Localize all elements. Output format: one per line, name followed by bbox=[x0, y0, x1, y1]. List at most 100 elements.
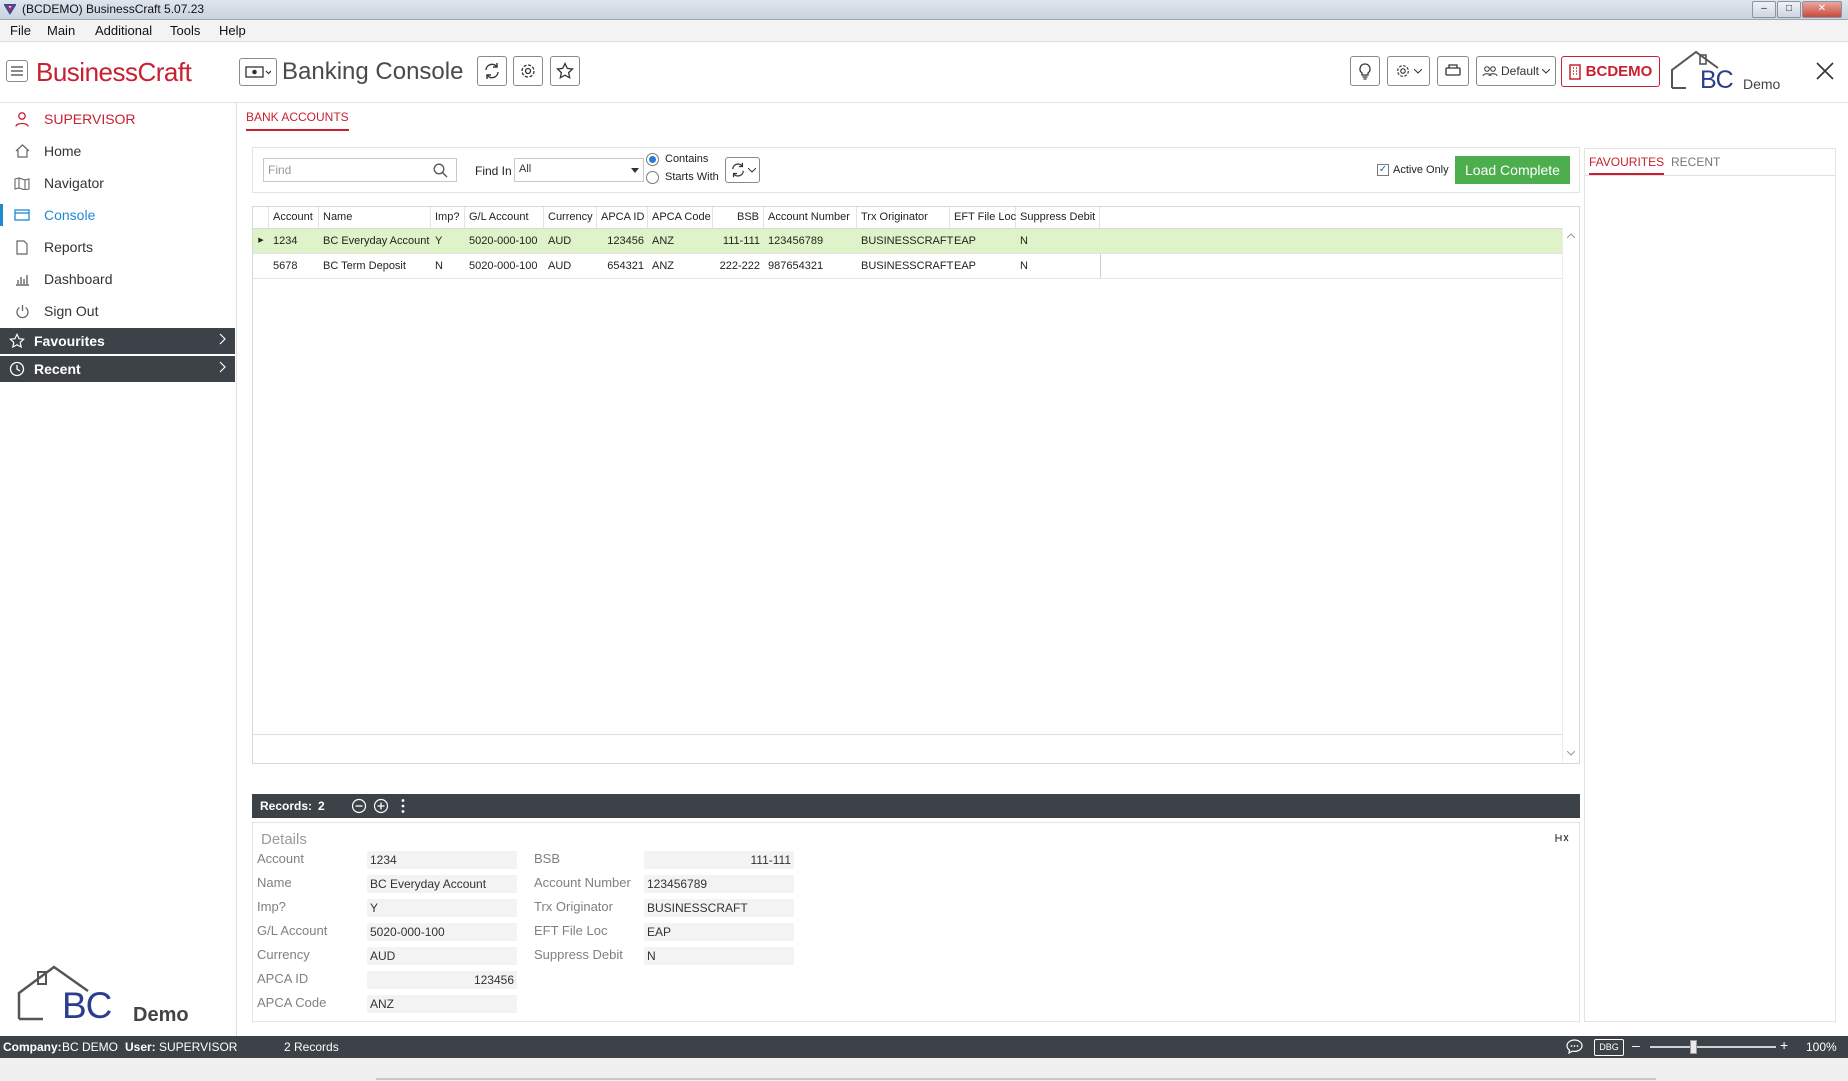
zoom-slider-handle[interactable] bbox=[1690, 1040, 1697, 1054]
cell-eft-file-loc: EAP bbox=[954, 235, 977, 247]
bank-accounts-grid: Account Name Imp? G/L Account Currency A… bbox=[252, 206, 1580, 764]
detail-label: APCA Code bbox=[257, 995, 327, 1010]
star-icon bbox=[556, 62, 574, 80]
app-logo-icon bbox=[4, 4, 16, 15]
refresh-icon bbox=[485, 63, 499, 79]
detail-label: G/L Account bbox=[257, 923, 328, 938]
zoom-slider-track[interactable] bbox=[1650, 1046, 1776, 1048]
contains-radio[interactable] bbox=[646, 153, 659, 166]
detail-label: Currency bbox=[257, 947, 310, 962]
maximize-button[interactable]: □ bbox=[1777, 1, 1801, 18]
column-header[interactable]: Imp? bbox=[431, 207, 465, 228]
debug-badge[interactable]: DBG bbox=[1594, 1039, 1624, 1056]
scroll-up-icon[interactable] bbox=[1567, 233, 1575, 238]
right-panel: FAVOURITES RECENT bbox=[1584, 148, 1836, 1022]
cell-account-number: 123456789 bbox=[768, 235, 824, 247]
column-header[interactable]: APCA ID bbox=[597, 207, 648, 228]
company-button[interactable]: BCDEMO bbox=[1561, 56, 1660, 87]
detail-value-bsb: 111-111 bbox=[644, 851, 794, 869]
sidebar-item-label: Sign Out bbox=[44, 303, 99, 319]
tab-favourites[interactable]: FAVOURITES bbox=[1589, 155, 1665, 175]
detail-value-trx-originator: BUSINESSCRAFT bbox=[644, 899, 794, 917]
detail-value-apca-code: ANZ bbox=[367, 995, 517, 1013]
pin-icon[interactable] bbox=[1555, 833, 1569, 843]
sidebar-item-dashboard[interactable]: Dashboard bbox=[0, 264, 236, 294]
table-row[interactable]: 5678 BC Term Deposit N 5020-000-100 AUD … bbox=[253, 254, 1563, 279]
menu-main[interactable]: Main bbox=[47, 23, 75, 38]
chevron-down-icon bbox=[1542, 68, 1551, 74]
console-type-button[interactable] bbox=[239, 58, 277, 86]
load-complete-button[interactable]: Load Complete bbox=[1455, 156, 1570, 184]
column-header[interactable]: APCA Code bbox=[648, 207, 713, 228]
find-refresh-dropdown[interactable] bbox=[725, 157, 760, 183]
sidebar-item-console[interactable]: Console bbox=[0, 200, 236, 230]
detail-value-eft-file-loc: EAP bbox=[644, 923, 794, 941]
column-header[interactable]: BSB bbox=[713, 207, 764, 228]
printer-icon bbox=[1445, 64, 1461, 76]
cell-suppress-debit: N bbox=[1020, 235, 1028, 247]
users-icon bbox=[1482, 66, 1498, 76]
active-only-checkbox[interactable]: ✓ bbox=[1377, 164, 1389, 176]
zoom-out-button[interactable]: – bbox=[1632, 1037, 1640, 1053]
remove-record-icon[interactable] bbox=[351, 798, 367, 814]
footer-logo-letters: BC bbox=[62, 985, 112, 1026]
column-header[interactable]: Currency bbox=[544, 207, 597, 228]
menu-file[interactable]: File bbox=[10, 23, 31, 38]
column-header[interactable]: Trx Originator bbox=[857, 207, 950, 228]
table-row[interactable]: ▶ 1234 BC Everyday Account Y 5020-000-10… bbox=[253, 229, 1563, 254]
power-icon bbox=[15, 304, 29, 318]
find-input[interactable] bbox=[263, 158, 457, 182]
favourite-button[interactable] bbox=[550, 56, 580, 86]
sidebar-item-reports[interactable]: Reports bbox=[0, 232, 236, 262]
zoom-in-button[interactable]: + bbox=[1780, 1037, 1788, 1053]
more-options-icon[interactable] bbox=[401, 798, 405, 814]
starts-with-radio[interactable] bbox=[646, 171, 659, 184]
settings-button[interactable] bbox=[513, 56, 543, 86]
profile-dropdown[interactable]: Default bbox=[1476, 56, 1556, 86]
minimize-button[interactable]: – bbox=[1752, 1, 1776, 18]
sidebar-item-home[interactable]: Home bbox=[0, 136, 236, 166]
add-record-icon[interactable] bbox=[373, 798, 389, 814]
bar-chart-icon bbox=[15, 274, 29, 286]
column-header[interactable]: Name bbox=[319, 207, 431, 228]
sidebar-section-recent[interactable]: Recent bbox=[0, 356, 235, 382]
cell-apca-code: ANZ bbox=[652, 235, 674, 247]
column-header[interactable]: Account bbox=[269, 207, 319, 228]
menu-additional[interactable]: Additional bbox=[95, 23, 152, 38]
system-settings-button[interactable] bbox=[1387, 56, 1430, 86]
sidebar-section-favourites[interactable]: Favourites bbox=[0, 328, 235, 354]
refresh-button[interactable] bbox=[477, 56, 507, 86]
detail-value-apca-id: 123456 bbox=[367, 971, 517, 989]
chat-icon[interactable] bbox=[1566, 1039, 1583, 1054]
sidebar-item-navigator[interactable]: Navigator bbox=[0, 168, 236, 198]
column-header[interactable]: Suppress Debit bbox=[1016, 207, 1100, 228]
hamburger-menu-button[interactable] bbox=[6, 60, 28, 82]
sidebar-item-sign-out[interactable]: Sign Out bbox=[0, 296, 236, 326]
star-icon bbox=[9, 333, 25, 349]
grid-vertical-scrollbar[interactable] bbox=[1562, 228, 1579, 762]
cell-name: BC Term Deposit bbox=[323, 260, 406, 272]
close-console-icon[interactable] bbox=[1815, 61, 1835, 81]
tab-recent[interactable]: RECENT bbox=[1671, 155, 1720, 169]
grid-footer-divider bbox=[253, 734, 1563, 735]
column-header[interactable]: EFT File Loc bbox=[950, 207, 1016, 228]
column-header[interactable]: G/L Account bbox=[465, 207, 544, 228]
column-header[interactable]: Account Number bbox=[764, 207, 857, 228]
scroll-down-icon[interactable] bbox=[1567, 751, 1575, 756]
window-title: (BCDEMO) BusinessCraft 5.07.23 bbox=[22, 2, 205, 16]
sidebar-footer-logo: BC bbox=[16, 963, 116, 1026]
window-close-button[interactable]: ✕ bbox=[1802, 1, 1842, 18]
chevron-right-icon bbox=[219, 333, 226, 345]
row-indicator-header bbox=[253, 207, 269, 228]
menu-help[interactable]: Help bbox=[219, 23, 246, 38]
sidebar-user[interactable]: SUPERVISOR bbox=[0, 104, 236, 134]
cell-imp: N bbox=[435, 260, 443, 272]
help-button[interactable] bbox=[1350, 56, 1380, 86]
search-icon[interactable] bbox=[433, 163, 448, 178]
logo-letters: BC bbox=[1700, 66, 1734, 94]
tab-bank-accounts[interactable]: BANK ACCOUNTS bbox=[246, 110, 349, 131]
menu-tools[interactable]: Tools bbox=[170, 23, 200, 38]
refresh-icon bbox=[731, 162, 744, 178]
printer-button[interactable] bbox=[1437, 56, 1469, 86]
find-in-select[interactable]: All bbox=[514, 158, 644, 182]
